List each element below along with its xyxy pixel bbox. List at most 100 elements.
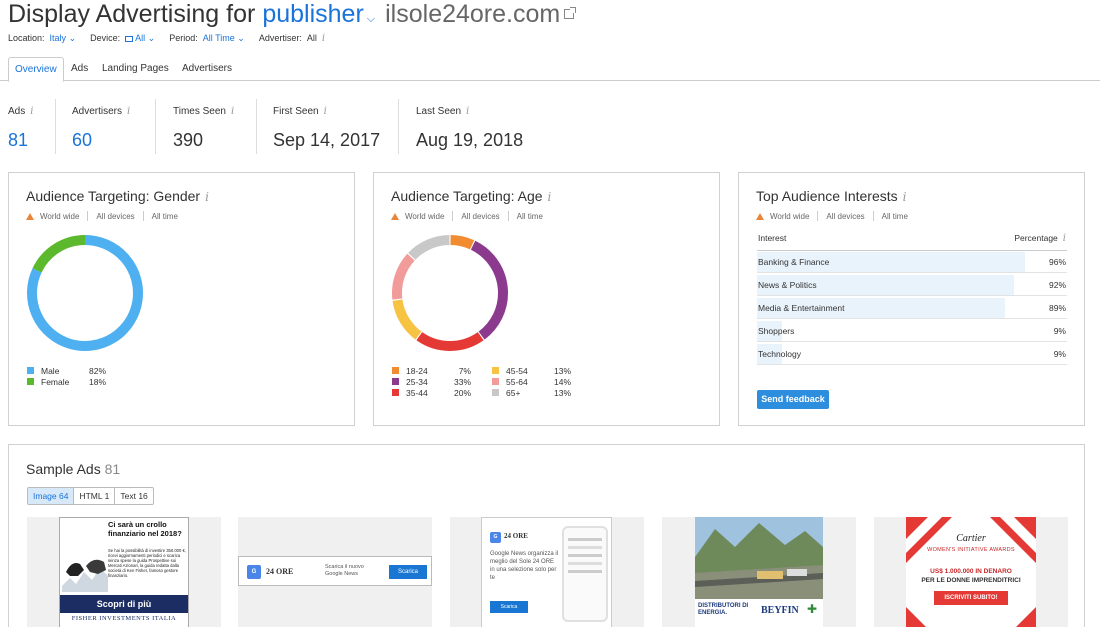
clover-icon: ✚	[807, 602, 818, 616]
publisher-dropdown[interactable]: publisher	[262, 0, 363, 29]
legend-item[interactable]: Male 82%	[27, 365, 106, 376]
ad-cta: ISCRIVITI SUBITO!	[934, 591, 1008, 605]
card-title: Top Audience Interests	[756, 188, 898, 204]
info-icon[interactable]: i	[231, 106, 234, 117]
advertiser-value: All	[306, 33, 317, 43]
info-icon[interactable]: i	[205, 190, 209, 204]
legend-item[interactable]: 18-24 7%	[392, 365, 471, 376]
legend-item[interactable]: 45-54 13%	[492, 365, 571, 376]
location-filter[interactable]: Location: Italy ⌄	[8, 33, 76, 44]
filter-bar: Location: Italy ⌄ Device: All ⌄ Period: All…	[8, 33, 325, 44]
donut-slice-25-34[interactable]	[470, 240, 508, 340]
tab-bar: Overview Ads Landing Pages Advertisers	[0, 56, 1100, 82]
google-news-icon: G	[247, 565, 261, 579]
chevron-down-icon[interactable]: ⌵	[367, 13, 375, 26]
legend-item[interactable]: 55-64 14%	[492, 376, 571, 387]
legend-value: 33%	[453, 376, 471, 387]
donut-slice-45-54[interactable]	[392, 299, 422, 340]
swatch	[392, 378, 399, 385]
ad-line1: WOMEN'S INITIATIVE AWARDS	[927, 547, 1015, 553]
device-icon	[125, 35, 134, 42]
stat-label: Advertisers	[72, 106, 123, 117]
ad-cta: Scarica	[389, 565, 427, 579]
stat-value: Sep 14, 2017	[273, 130, 381, 150]
external-link-icon[interactable]	[564, 7, 577, 19]
donut-slice-18-24[interactable]	[450, 235, 475, 250]
tab-ads[interactable]: Ads	[65, 57, 94, 81]
ad-brand: Cartier	[956, 533, 986, 544]
info-icon[interactable]: i	[903, 190, 907, 204]
stat-value[interactable]: 81	[8, 130, 33, 151]
info-icon[interactable]: i	[548, 190, 552, 204]
tab-advertisers[interactable]: Advertisers	[176, 57, 238, 81]
scope-region: World wide	[405, 211, 445, 221]
highway-photo	[695, 517, 823, 599]
ad-headline: Ci sarà un crollo finanziario nel 2018?	[108, 520, 182, 538]
stat-ads: Ads i 81	[8, 99, 33, 157]
info-icon[interactable]: i	[324, 106, 327, 117]
ad-tile[interactable]: G 24 ORE Google News organizza il meglio…	[450, 517, 644, 627]
legend-item[interactable]: Female 18%	[27, 376, 106, 387]
card-title: Audience Targeting: Gender	[26, 188, 201, 204]
legend-item[interactable]: 35-44 20%	[392, 387, 471, 398]
ad-tile[interactable]: Cartier WOMEN'S INITIATIVE AWARDS US$ 1.…	[874, 517, 1068, 627]
segment-html[interactable]: HTML 1	[74, 488, 116, 504]
tab-overview[interactable]: Overview	[8, 57, 64, 82]
legend-value: 7%	[458, 365, 471, 376]
domain-link[interactable]: ilsole24ore.com	[385, 0, 560, 29]
device-filter[interactable]: Device: All ⌄	[90, 33, 155, 44]
stat-label: Times Seen	[173, 106, 226, 117]
period-label: Period:	[169, 33, 198, 43]
advertiser-filter: Advertiser: All i	[259, 33, 325, 44]
period-value[interactable]: All Time	[203, 33, 235, 43]
swatch	[27, 378, 34, 385]
stat-advertisers: Advertisers i 60	[72, 99, 130, 157]
segment-image[interactable]: Image 64	[28, 488, 75, 504]
info-icon[interactable]: i	[30, 106, 33, 117]
column-percentage-label: Percentage	[1014, 233, 1058, 243]
scope-region: World wide	[40, 211, 80, 221]
info-icon[interactable]: i	[466, 106, 469, 117]
legend-name: 45-54	[506, 365, 528, 376]
send-feedback-button[interactable]: Send feedback	[757, 390, 829, 409]
legend-value: 18%	[88, 376, 106, 387]
table-row: Technology 9%	[757, 343, 1067, 365]
page-header: Display Advertising for publisher ⌵ ilso…	[8, 0, 577, 30]
ad-text: Google News organizza il meglio del Sole…	[490, 551, 559, 581]
ad-tile[interactable]: Ci sarà un crollo finanziario nel 2018? …	[27, 517, 221, 627]
age-card: Audience Targeting: Age i World wide All …	[373, 172, 720, 426]
age-legend-right: 45-54 13% 55-64 14% 65+ 13%	[492, 365, 571, 398]
location-label: Location:	[8, 33, 45, 43]
scope-region: World wide	[770, 211, 810, 221]
column-percentage[interactable]: Percentage i	[1014, 233, 1066, 244]
ad-tile[interactable]: G 24 ORE Scarica il nuovo Google News Sc…	[238, 517, 432, 627]
segment-text[interactable]: Text 16	[115, 488, 152, 504]
donut-slice-female[interactable]	[32, 235, 86, 273]
info-icon[interactable]: i	[1063, 233, 1066, 244]
age-donut-chart[interactable]	[389, 232, 511, 354]
sample-count: 81	[104, 461, 121, 477]
warning-icon	[756, 212, 764, 220]
card-title: Audience Targeting: Age	[391, 188, 543, 204]
chevron-down-icon: ⌄	[147, 33, 156, 43]
period-filter[interactable]: Period: All Time ⌄	[169, 33, 245, 44]
device-value[interactable]: All	[135, 33, 145, 43]
gender-legend: Male 82% Female 18%	[27, 365, 106, 387]
legend-value: 20%	[453, 387, 471, 398]
legend-item[interactable]: 25-34 33%	[392, 376, 471, 387]
interest-pct: 9%	[1053, 349, 1066, 359]
info-icon[interactable]: i	[322, 33, 325, 44]
legend-item[interactable]: 65+ 13%	[492, 387, 571, 398]
stat-value: Aug 19, 2018	[416, 130, 524, 150]
donut-slice-35-44[interactable]	[416, 332, 484, 351]
ad-cta: Scopri di più	[60, 595, 188, 613]
ad-tile[interactable]: DISTRIBUTORI DI ENERGIA. BEYFIN ✚	[662, 517, 856, 627]
donut-slice-65-[interactable]	[408, 235, 450, 260]
gender-donut-chart[interactable]	[24, 232, 146, 354]
info-icon[interactable]: i	[127, 106, 130, 117]
stat-value[interactable]: 60	[72, 130, 130, 151]
chevron-down-icon: ⌄	[68, 33, 77, 43]
donut-slice-55-64[interactable]	[392, 253, 415, 300]
tab-landing-pages[interactable]: Landing Pages	[96, 57, 175, 81]
location-value[interactable]: Italy	[50, 33, 67, 43]
